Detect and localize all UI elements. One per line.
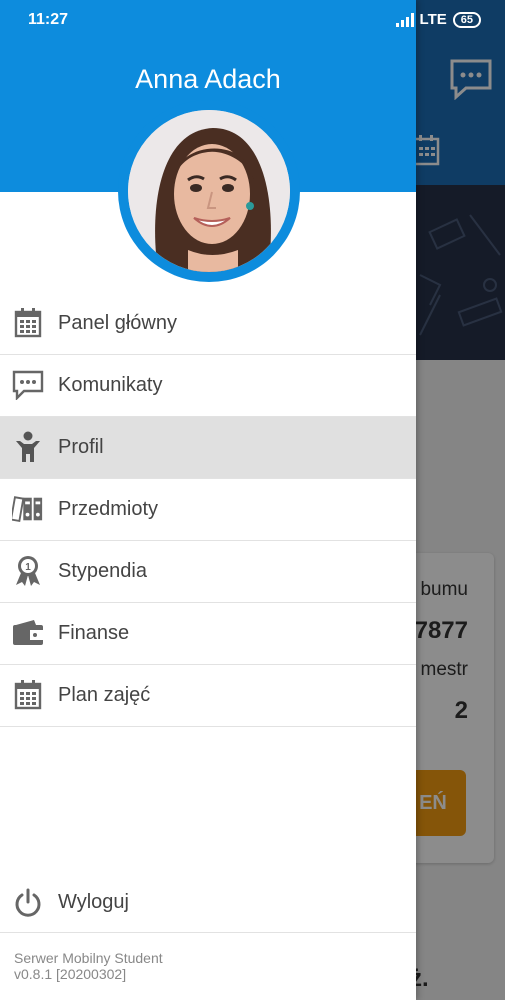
menu-item-komunikaty[interactable]: Komunikaty [0, 355, 416, 417]
wallet-icon [12, 617, 44, 649]
menu-item-label: Profil [58, 436, 104, 458]
signal-icon [395, 12, 414, 27]
binders-icon [12, 493, 44, 525]
network-type: LTE [419, 11, 447, 28]
status-bar: 11:27 LTE 65 [0, 0, 505, 38]
menu-item-label: Stypendia [58, 560, 147, 582]
menu-item-label: Panel główny [58, 312, 177, 334]
award-icon: 1 [12, 555, 44, 587]
footer-app-name: Serwer Mobilny Student [14, 950, 163, 966]
app-footer: Serwer Mobilny Student v0.8.1 [20200302] [14, 950, 163, 982]
drawer-menu: Panel główny Komunikaty Profil Przedmiot… [0, 293, 416, 727]
screen: bumu 7877 mestr 2 EŃ j ż. 11:27 LTE 65 A… [0, 0, 505, 1000]
menu-item-label: Plan zajęć [58, 684, 151, 706]
menu-item-plan-zajec[interactable]: Plan zajęć [0, 665, 416, 727]
svg-text:1: 1 [25, 562, 31, 573]
power-icon [12, 887, 44, 919]
calendar-icon [12, 307, 44, 339]
status-icons: LTE 65 [395, 11, 481, 28]
menu-item-stypendia[interactable]: 1 Stypendia [0, 541, 416, 603]
menu-item-profil[interactable]: Profil [0, 417, 416, 479]
menu-item-label: Przedmioty [58, 498, 159, 520]
footer-version: v0.8.1 [20200302] [14, 966, 127, 982]
navigation-drawer: Anna Adach Panel główny Komunikaty Profi… [0, 0, 416, 1000]
battery-icon: 65 [452, 11, 481, 28]
person-icon [12, 431, 44, 463]
avatar[interactable] [118, 100, 300, 282]
chat-icon [12, 369, 44, 401]
calendar-icon [12, 679, 44, 711]
user-name: Anna Adach [135, 64, 281, 94]
logout-label: Wyloguj [58, 891, 129, 913]
menu-item-panel-glowny[interactable]: Panel główny [0, 293, 416, 355]
logout-button[interactable]: Wyloguj [0, 871, 416, 933]
avatar-photo [128, 110, 290, 272]
menu-item-label: Komunikaty [58, 374, 163, 396]
menu-item-finanse[interactable]: Finanse [0, 603, 416, 665]
menu-item-przedmioty[interactable]: Przedmioty [0, 479, 416, 541]
status-time: 11:27 [28, 11, 69, 28]
menu-item-label: Finanse [58, 622, 130, 644]
